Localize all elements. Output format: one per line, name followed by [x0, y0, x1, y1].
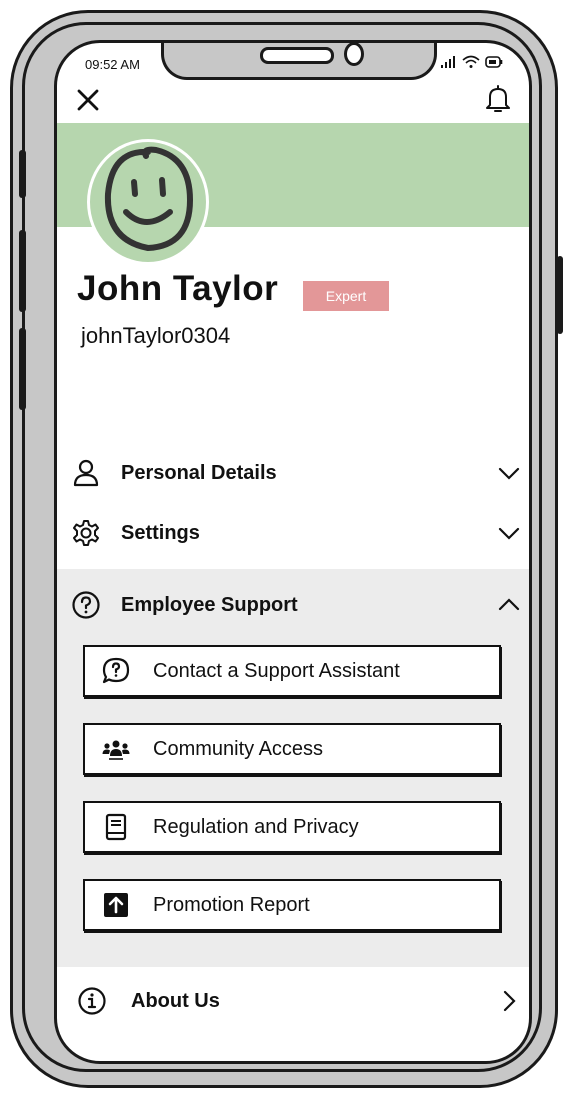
menu-row-about-us[interactable]: About Us	[57, 973, 529, 1029]
battery-icon	[485, 56, 503, 68]
side-button-silent	[19, 150, 26, 198]
personal-details-label: Personal Details	[121, 461, 277, 484]
chevron-up-icon	[498, 598, 520, 611]
employee-support-panel: Employee Support Contact a Support Assis…	[57, 569, 529, 967]
promotion-report-button[interactable]: Promotion Report	[83, 879, 501, 931]
side-button-volume-down	[19, 328, 26, 410]
regulation-privacy-button[interactable]: Regulation and Privacy	[83, 801, 501, 853]
avatar[interactable]	[87, 139, 209, 265]
promotion-report-label: Promotion Report	[153, 893, 310, 916]
side-button-volume-up	[19, 230, 26, 312]
regulation-privacy-label: Regulation and Privacy	[153, 815, 359, 838]
contact-support-assistant-label: Contact a Support Assistant	[153, 659, 400, 682]
book-icon	[105, 813, 127, 841]
chat-question-icon	[102, 657, 130, 684]
info-icon	[78, 987, 106, 1015]
help-circle-icon	[72, 591, 100, 619]
chevron-right-icon	[503, 990, 516, 1012]
menu-row-settings[interactable]: Settings	[57, 505, 529, 561]
community-access-button[interactable]: Community Access	[83, 723, 501, 775]
bell-icon[interactable]	[483, 83, 513, 115]
arrow-up-icon	[104, 893, 128, 917]
settings-label: Settings	[121, 521, 200, 544]
signal-icon	[441, 56, 455, 68]
about-us-label: About Us	[131, 989, 220, 1012]
contact-support-assistant-button[interactable]: Contact a Support Assistant	[83, 645, 501, 697]
smiley-face-icon	[104, 146, 194, 252]
people-icon	[102, 740, 130, 760]
wifi-icon	[462, 55, 480, 68]
menu-row-personal-details[interactable]: Personal Details	[57, 445, 529, 501]
front-camera	[344, 43, 364, 66]
user-name: John Taylor	[77, 269, 279, 308]
status-time: 09:52 AM	[85, 57, 140, 72]
close-icon[interactable]	[75, 87, 101, 113]
menu-row-employee-support[interactable]: Employee Support	[57, 577, 529, 633]
speaker-grille	[260, 47, 334, 64]
user-handle: johnTaylor0304	[81, 323, 231, 348]
gear-icon	[73, 520, 99, 546]
expert-badge: Expert	[303, 281, 389, 311]
employee-support-label: Employee Support	[121, 593, 298, 616]
status-icons	[441, 55, 503, 69]
person-icon	[73, 459, 99, 487]
community-access-label: Community Access	[153, 737, 324, 760]
app-screen: 09:52 AM John Taylor Expert johnTaylor03…	[54, 40, 532, 1064]
chevron-down-icon	[498, 527, 520, 540]
side-button-power	[557, 256, 563, 334]
device-notch	[161, 43, 437, 80]
chevron-down-icon	[498, 467, 520, 480]
